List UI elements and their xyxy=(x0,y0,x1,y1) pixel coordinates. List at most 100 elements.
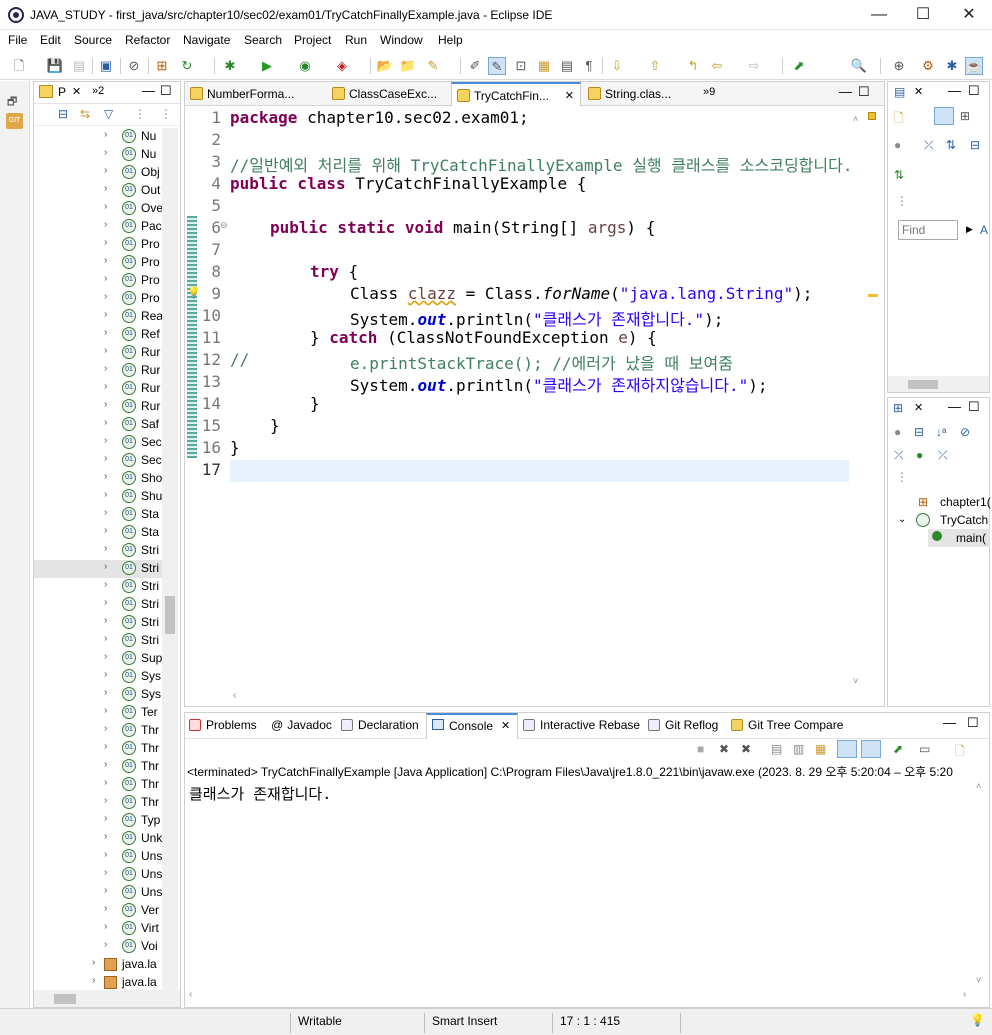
code-area[interactable]: package chapter10.sec02.exam01; //일반예외 처… xyxy=(230,106,850,692)
scroll-right-icon[interactable]: › xyxy=(963,989,966,1000)
tree-item[interactable]: › 01 Stri xyxy=(34,560,162,578)
tab-console[interactable]: Console ✕ xyxy=(426,713,518,739)
close-button[interactable]: ✕ xyxy=(946,0,992,30)
chevron-right-icon[interactable]: › xyxy=(104,579,107,590)
chevron-right-icon[interactable]: › xyxy=(104,129,107,140)
tree-item[interactable]: › 01 Rur xyxy=(34,362,162,380)
chevron-right-icon[interactable]: › xyxy=(104,561,107,572)
maximize-icon[interactable]: ☐ xyxy=(160,83,172,99)
scroll-down-icon[interactable]: ˅ xyxy=(976,975,981,985)
debug-perspective-icon[interactable]: ✱ xyxy=(943,57,961,75)
maximize-icon[interactable]: ☐ xyxy=(967,715,979,731)
tree-item[interactable]: › 01 Typ xyxy=(34,812,162,830)
tree-item[interactable]: › 01 Thr xyxy=(34,722,162,740)
debug-icon[interactable]: ✱ xyxy=(221,57,239,75)
scroll-left-icon[interactable]: ‹ xyxy=(233,690,236,701)
tree-item[interactable]: › 01 Stri xyxy=(34,596,162,614)
minimize-button[interactable]: — xyxy=(856,0,902,30)
chevron-right-icon[interactable]: › xyxy=(104,399,107,410)
tree-item[interactable]: › 01 Sta xyxy=(34,524,162,542)
scroll-up-icon[interactable]: ˄ xyxy=(853,114,858,124)
tab-classcaseexception[interactable]: ClassCaseExc... xyxy=(327,82,451,106)
warning-marker[interactable] xyxy=(868,294,878,297)
more-icon[interactable]: ⋮ xyxy=(160,107,172,121)
tree-item[interactable]: › 01 Ove xyxy=(34,200,162,218)
tree-item[interactable]: › 01 Thr xyxy=(34,740,162,758)
pin-editor-icon[interactable]: ⬈ xyxy=(790,57,808,75)
tree-package[interactable]: › java.la xyxy=(34,956,162,974)
hscroll-thumb[interactable] xyxy=(54,994,76,1004)
chevron-right-icon[interactable]: › xyxy=(104,237,107,248)
tree-item[interactable]: › 01 Pro xyxy=(34,272,162,290)
tab-interactive-rebase[interactable]: Interactive Rebase xyxy=(523,718,640,732)
word-wrap-icon[interactable]: ▦ xyxy=(815,742,826,756)
maximize-icon[interactable]: ☐ xyxy=(968,399,980,415)
block-selection-icon[interactable]: ⊡ xyxy=(512,57,530,75)
show-source-icon[interactable]: ▤ xyxy=(558,57,576,75)
focus-icon[interactable]: ● xyxy=(894,138,901,152)
tab-string-class[interactable]: String.clas... xyxy=(583,82,695,106)
terminal-icon[interactable]: ▣ xyxy=(97,57,115,75)
console-vscroll[interactable]: ˄ ˅ xyxy=(973,781,989,989)
chevron-right-icon[interactable]: › xyxy=(104,759,107,770)
outline-item-main[interactable]: main( xyxy=(956,531,986,545)
external-tools-icon[interactable]: ◈ xyxy=(333,57,351,75)
tab-git-reflog[interactable]: Git Reflog xyxy=(648,718,718,732)
chevron-right-icon[interactable]: › xyxy=(104,345,107,356)
tree-item[interactable]: › 01 Rur xyxy=(34,344,162,362)
show-stderr-icon[interactable] xyxy=(861,740,881,758)
minimize-icon[interactable]: — xyxy=(948,399,961,414)
show-whitespace-icon[interactable]: ▦ xyxy=(535,57,553,75)
chevron-right-icon[interactable]: › xyxy=(104,921,107,932)
scroll-down-icon[interactable]: ˅ xyxy=(853,676,858,686)
save-icon[interactable]: 💾 xyxy=(46,57,64,75)
coverage-icon[interactable]: ◉ xyxy=(296,57,314,75)
open-perspective-icon[interactable]: ⊕ xyxy=(890,57,908,75)
chevron-right-icon[interactable]: › xyxy=(104,219,107,230)
tree-item[interactable]: › 01 Virt xyxy=(34,920,162,938)
tree-item[interactable]: › 01 Pro xyxy=(34,236,162,254)
task-list-icon[interactable]: ▤ xyxy=(894,85,905,99)
outline-item-package[interactable]: chapter1( xyxy=(940,495,991,509)
remove-all-icon[interactable]: ✖ xyxy=(741,742,751,756)
chevron-right-icon[interactable]: › xyxy=(104,939,107,950)
menu-source[interactable]: Source xyxy=(74,33,112,47)
chevron-right-icon[interactable]: › xyxy=(104,165,107,176)
chevron-right-icon[interactable]: › xyxy=(104,255,107,266)
outline-icon[interactable]: ⊞ xyxy=(893,401,903,415)
scroll-up-icon[interactable]: ˄ xyxy=(976,781,981,791)
tree-item[interactable]: › 01 Sup xyxy=(34,650,162,668)
new-java-project-icon[interactable]: ⊞ xyxy=(153,57,171,75)
hide-completed-icon[interactable]: ⤫ xyxy=(924,138,934,153)
tree-item[interactable]: › 01 Thr xyxy=(34,794,162,812)
menu-refactor[interactable]: Refactor xyxy=(125,33,170,47)
tree-item[interactable]: › 01 Sho xyxy=(34,470,162,488)
chevron-right-icon[interactable]: › xyxy=(104,669,107,680)
minimize-icon[interactable]: — xyxy=(948,83,961,98)
tree-package[interactable]: › java.la xyxy=(34,974,162,990)
tab-overflow[interactable]: »9 xyxy=(703,86,715,98)
menu-help[interactable]: Help xyxy=(438,33,463,47)
tree-item[interactable]: › 01 Pac xyxy=(34,218,162,236)
menu-navigate[interactable]: Navigate xyxy=(183,33,230,47)
forward-icon[interactable]: ⇨ xyxy=(745,57,763,75)
tree-item[interactable]: › 01 Obj xyxy=(34,164,162,182)
tree-item[interactable]: › 01 Saf xyxy=(34,416,162,434)
open-type-icon[interactable]: 📂 xyxy=(376,57,394,75)
more-tabs[interactable]: »2 xyxy=(92,85,104,97)
chevron-right-icon[interactable]: › xyxy=(104,489,107,500)
chevron-right-icon[interactable]: › xyxy=(104,903,107,914)
tree-item[interactable]: › 01 Ter xyxy=(34,704,162,722)
package-hscrollbar[interactable] xyxy=(34,990,180,1007)
chevron-right-icon[interactable]: › xyxy=(104,867,107,878)
chevron-right-icon[interactable]: › xyxy=(104,777,107,788)
new-icon[interactable]: 🗋 xyxy=(10,57,28,75)
tab-javadoc[interactable]: @ Javadoc xyxy=(271,718,332,732)
tab-git-tree-compare[interactable]: Git Tree Compare xyxy=(731,718,843,732)
chevron-right-icon[interactable]: › xyxy=(104,543,107,554)
chevron-right-icon[interactable]: › xyxy=(104,309,107,320)
open-console-icon[interactable]: 🗋 xyxy=(955,742,965,763)
chevron-right-icon[interactable]: › xyxy=(104,507,107,518)
terminate-icon[interactable]: ■ xyxy=(697,742,704,756)
last-edit-icon[interactable]: ↰ xyxy=(684,57,702,75)
